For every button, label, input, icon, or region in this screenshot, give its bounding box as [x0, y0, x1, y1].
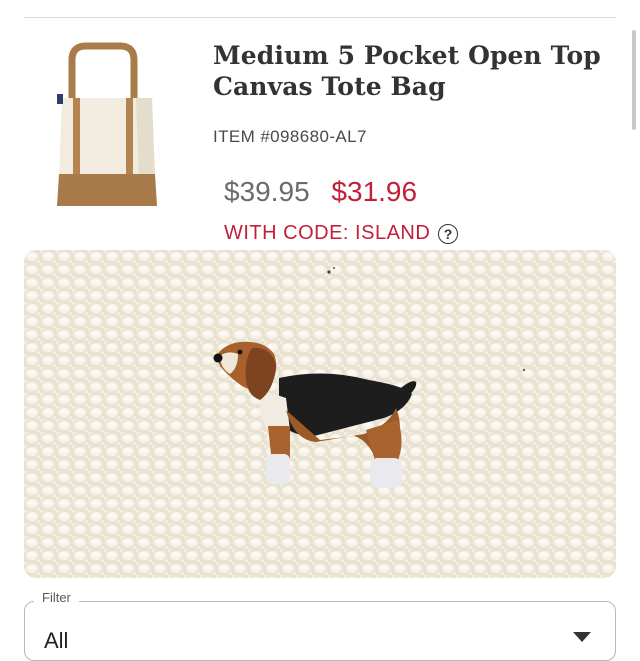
price-row: $39.95 $31.96 [224, 176, 417, 208]
product-title-line-1: Medium 5 Pocket Open Top [213, 41, 601, 70]
price-sale: $31.96 [331, 176, 418, 207]
tote-bag-icon [57, 42, 157, 206]
product-title[interactable]: Medium 5 Pocket Open Top Canvas Tote Bag [213, 40, 613, 102]
help-icon[interactable]: ? [438, 223, 459, 244]
filter-select[interactable] [24, 601, 616, 661]
top-divider [24, 17, 616, 18]
scrollbar[interactable] [632, 30, 636, 130]
embroidery-swatch-image[interactable] [24, 250, 616, 578]
price-original: $39.95 [224, 176, 310, 207]
chevron-down-icon[interactable] [573, 632, 591, 642]
filter-label: Filter [34, 590, 79, 605]
item-number: ITEM #098680-AL7 [213, 127, 367, 146]
promo-code: WITH CODE: ISLAND ? [224, 222, 459, 245]
filter-value[interactable]: All [44, 628, 68, 654]
product-title-line-2: Canvas Tote Bag [213, 72, 446, 101]
promo-code-text: WITH CODE: ISLAND [224, 222, 431, 244]
beagle-embroidery-icon [24, 250, 616, 578]
product-thumbnail[interactable] [24, 42, 189, 207]
